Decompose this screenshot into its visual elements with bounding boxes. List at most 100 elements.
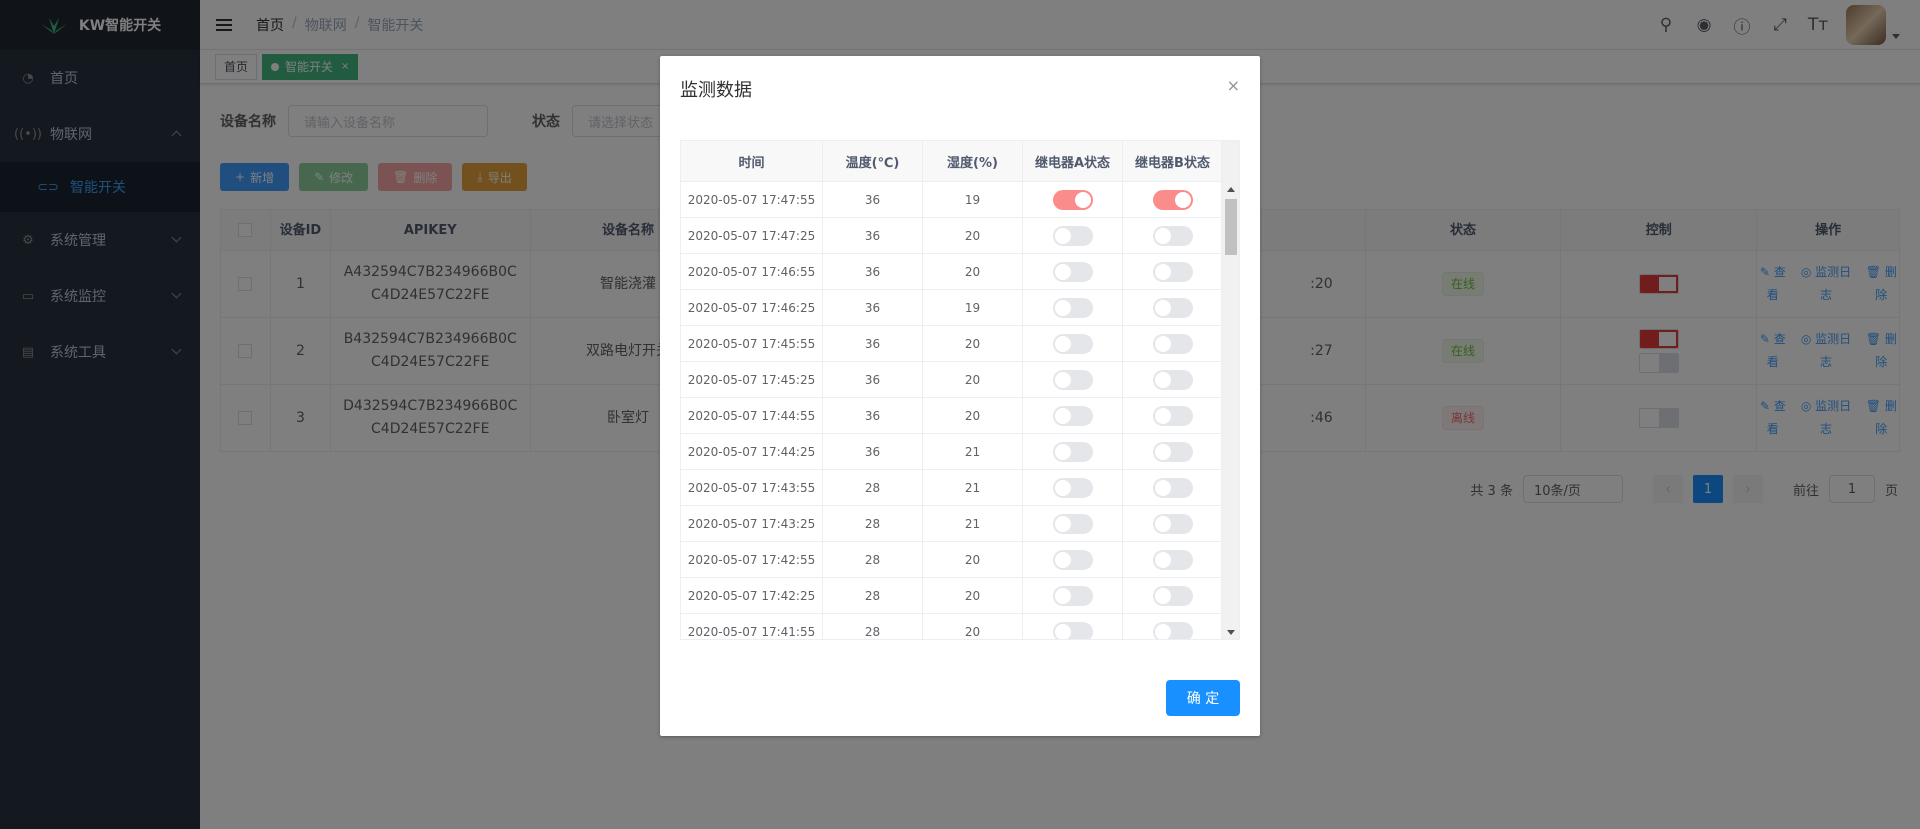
row-humidity: 20: [923, 362, 1023, 397]
relay-a-switch[interactable]: [1052, 297, 1093, 318]
relay-b-cell: [1123, 506, 1223, 541]
relay-b-switch[interactable]: [1152, 441, 1193, 462]
table-row: 2020-05-07 17:45:55 36 20: [681, 325, 1239, 361]
table-row: 2020-05-07 17:44:25 36 21: [681, 433, 1239, 469]
relay-a-cell: [1023, 434, 1123, 469]
relay-a-cell: [1023, 326, 1123, 361]
relay-b-cell: [1123, 614, 1223, 639]
relay-a-switch[interactable]: [1052, 549, 1093, 570]
row-time: 2020-05-07 17:47:55: [681, 182, 823, 217]
row-humidity: 21: [923, 470, 1023, 505]
table-row: 2020-05-07 17:44:55 36 20: [681, 397, 1239, 433]
relay-a-switch[interactable]: [1052, 621, 1093, 639]
table-row: 2020-05-07 17:42:25 28 20: [681, 577, 1239, 613]
table-body: 2020-05-07 17:47:55 36 19 2020-05-07 17:47:…: [681, 181, 1239, 639]
row-time: 2020-05-07 17:41:55: [681, 614, 823, 639]
monitor-table: 时间 温度(℃) 湿度(%) 继电器A状态 继电器B状态 2020-05-07 …: [680, 140, 1240, 640]
relay-a-switch[interactable]: [1052, 261, 1093, 282]
row-humidity: 19: [923, 290, 1023, 325]
row-time: 2020-05-07 17:42:25: [681, 578, 823, 613]
col-header-relay-a: 继电器A状态: [1023, 141, 1123, 181]
table-row: 2020-05-07 17:41:55 28 20: [681, 613, 1239, 639]
relay-a-switch[interactable]: [1052, 585, 1093, 606]
relay-a-cell: [1023, 470, 1123, 505]
relay-b-switch[interactable]: [1152, 405, 1193, 426]
relay-b-cell: [1123, 290, 1223, 325]
row-temp: 36: [823, 362, 923, 397]
col-header-humidity: 湿度(%): [923, 141, 1023, 181]
relay-a-cell: [1023, 506, 1123, 541]
relay-a-switch[interactable]: [1052, 189, 1093, 210]
relay-a-switch[interactable]: [1052, 369, 1093, 390]
relay-b-switch[interactable]: [1152, 621, 1193, 639]
row-temp: 36: [823, 326, 923, 361]
row-time: 2020-05-07 17:46:55: [681, 254, 823, 289]
dialog-title: 监测数据: [680, 80, 752, 101]
row-humidity: 20: [923, 326, 1023, 361]
relay-b-cell: [1123, 254, 1223, 289]
relay-b-switch[interactable]: [1152, 297, 1193, 318]
relay-a-switch[interactable]: [1052, 477, 1093, 498]
row-humidity: 20: [923, 578, 1023, 613]
relay-a-cell: [1023, 218, 1123, 253]
relay-a-switch[interactable]: [1052, 333, 1093, 354]
table-row: 2020-05-07 17:42:55 28 20: [681, 541, 1239, 577]
table-row: 2020-05-07 17:43:25 28 21: [681, 505, 1239, 541]
relay-b-switch[interactable]: [1152, 513, 1193, 534]
table-row: 2020-05-07 17:43:55 28 21: [681, 469, 1239, 505]
row-temp: 36: [823, 182, 923, 217]
table-row: 2020-05-07 17:47:25 36 20: [681, 217, 1239, 253]
relay-b-switch[interactable]: [1152, 261, 1193, 282]
relay-a-switch[interactable]: [1052, 225, 1093, 246]
relay-b-switch[interactable]: [1152, 549, 1193, 570]
relay-a-switch[interactable]: [1052, 513, 1093, 534]
relay-b-cell: [1123, 398, 1223, 433]
relay-a-cell: [1023, 254, 1123, 289]
row-humidity: 20: [923, 218, 1023, 253]
row-humidity: 20: [923, 542, 1023, 577]
scrollbar[interactable]: [1221, 141, 1239, 639]
relay-a-cell: [1023, 542, 1123, 577]
row-temp: 28: [823, 470, 923, 505]
relay-a-cell: [1023, 578, 1123, 613]
relay-b-switch[interactable]: [1152, 225, 1193, 246]
table-header: 时间 温度(℃) 湿度(%) 继电器A状态 继电器B状态: [681, 141, 1239, 181]
relay-a-switch[interactable]: [1052, 405, 1093, 426]
row-time: 2020-05-07 17:45:55: [681, 326, 823, 361]
monitor-data-dialog: 监测数据 × 时间 温度(℃) 湿度(%) 继电器A状态 继电器B状态 2020…: [660, 56, 1260, 736]
relay-b-cell: [1123, 218, 1223, 253]
col-header-temp: 温度(℃): [823, 141, 923, 181]
relay-b-cell: [1123, 578, 1223, 613]
row-time: 2020-05-07 17:43:25: [681, 506, 823, 541]
relay-b-cell: [1123, 182, 1223, 217]
relay-b-cell: [1123, 470, 1223, 505]
row-time: 2020-05-07 17:47:25: [681, 218, 823, 253]
confirm-button[interactable]: 确 定: [1166, 680, 1240, 716]
row-humidity: 19: [923, 182, 1023, 217]
relay-b-switch[interactable]: [1152, 585, 1193, 606]
relay-a-cell: [1023, 614, 1123, 639]
row-temp: 36: [823, 254, 923, 289]
row-temp: 28: [823, 506, 923, 541]
close-icon[interactable]: ×: [1227, 76, 1240, 95]
row-time: 2020-05-07 17:44:25: [681, 434, 823, 469]
table-row: 2020-05-07 17:45:25 36 20: [681, 361, 1239, 397]
scroll-up-icon[interactable]: [1227, 187, 1235, 192]
relay-a-cell: [1023, 362, 1123, 397]
relay-b-switch[interactable]: [1152, 333, 1193, 354]
row-temp: 28: [823, 578, 923, 613]
row-time: 2020-05-07 17:46:25: [681, 290, 823, 325]
relay-a-cell: [1023, 182, 1123, 217]
relay-a-switch[interactable]: [1052, 441, 1093, 462]
relay-b-cell: [1123, 326, 1223, 361]
row-temp: 36: [823, 290, 923, 325]
relay-b-switch[interactable]: [1152, 369, 1193, 390]
table-row: 2020-05-07 17:46:55 36 20: [681, 253, 1239, 289]
scroll-down-icon[interactable]: [1227, 630, 1235, 635]
relay-b-switch[interactable]: [1152, 189, 1193, 210]
relay-b-switch[interactable]: [1152, 477, 1193, 498]
relay-b-cell: [1123, 542, 1223, 577]
app-root: KW智能开关 ◔ 首页 ((•)) 物联网 ⊂⊃ 智能开关 ⚙ 系统管理 ▭ 系…: [0, 0, 1920, 829]
col-header-time: 时间: [681, 141, 823, 181]
scroll-thumb[interactable]: [1225, 199, 1237, 255]
